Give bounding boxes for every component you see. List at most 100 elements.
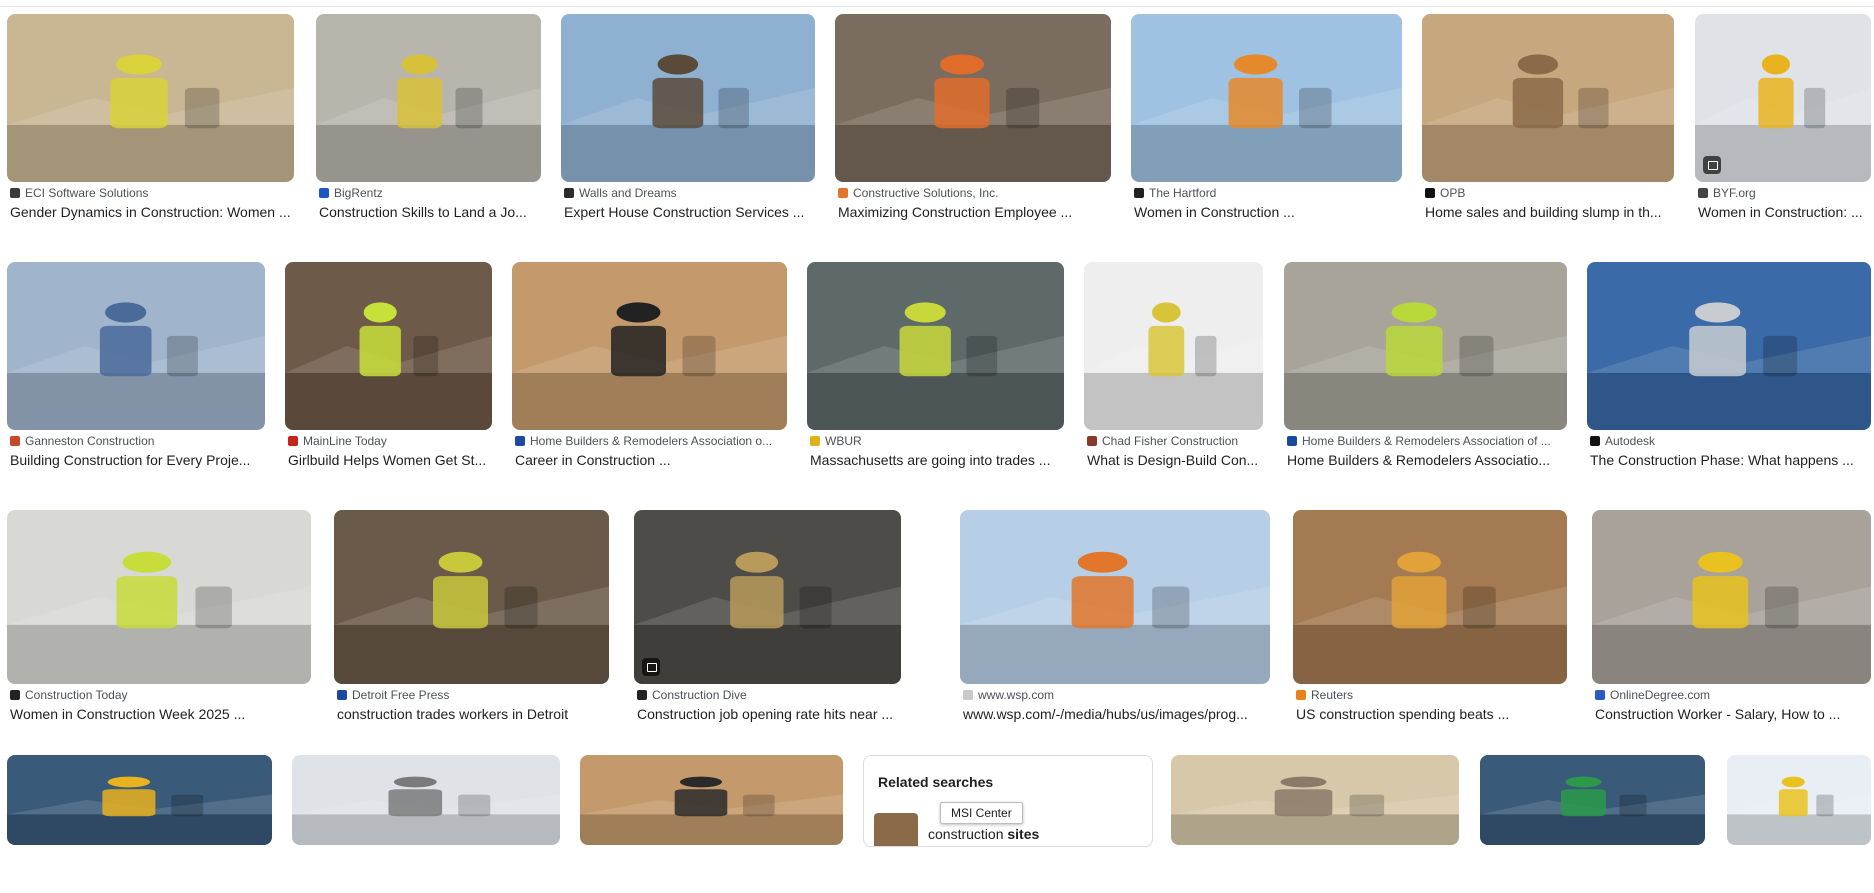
result-thumbnail[interactable] [561, 14, 815, 182]
result-source[interactable]: Walls and Dreams [564, 186, 812, 200]
result-title[interactable]: Girlbuild Helps Women Get St... [288, 452, 489, 468]
related-search-query[interactable]: construction sites [928, 826, 1039, 842]
result-source[interactable]: www.wsp.com [963, 688, 1267, 702]
result-source[interactable]: Home Builders & Remodelers Association o… [515, 434, 784, 448]
result-source[interactable]: BigRentz [319, 186, 538, 200]
image-result-card[interactable]: BYF.org Women in Construction: ... [1695, 14, 1871, 230]
result-thumbnail[interactable] [285, 262, 492, 430]
image-result-card[interactable]: Construction Dive Construction job openin… [634, 510, 901, 732]
result-title[interactable]: Home sales and building slump in th... [1425, 204, 1671, 220]
result-thumbnail[interactable] [960, 510, 1270, 684]
result-source[interactable]: Reuters [1296, 688, 1564, 702]
image-result-card[interactable]: OnlineDegree.com Construction Worker - Sa… [1592, 510, 1871, 732]
image-result-card[interactable] [580, 755, 843, 893]
result-thumbnail[interactable] [835, 14, 1111, 182]
result-thumbnail[interactable] [634, 510, 901, 684]
image-result-card[interactable] [1727, 755, 1871, 893]
result-thumbnail[interactable] [7, 262, 265, 430]
image-result-card[interactable]: Reuters US construction spending beats ..… [1293, 510, 1567, 732]
result-thumbnail[interactable] [1480, 755, 1705, 845]
result-title[interactable]: Expert House Construction Services ... [564, 204, 812, 220]
result-thumbnail[interactable] [334, 510, 609, 684]
image-result-card[interactable]: OPB Home sales and building slump in th..… [1422, 14, 1674, 230]
result-thumbnail[interactable] [1171, 755, 1459, 845]
result-title[interactable]: construction trades workers in Detroit [337, 706, 606, 722]
image-result-card[interactable]: www.wsp.com www.wsp.com/-/media/hubs/us/i… [960, 510, 1270, 732]
result-thumbnail[interactable] [580, 755, 843, 845]
result-source[interactable]: OPB [1425, 186, 1671, 200]
image-result-card[interactable] [292, 755, 560, 893]
result-thumbnail[interactable] [1131, 14, 1402, 182]
result-thumbnail[interactable] [1284, 262, 1567, 430]
image-result-card[interactable]: Chad Fisher Construction What is Design-B… [1084, 262, 1263, 478]
image-result-card[interactable]: Home Builders & Remodelers Association o… [1284, 262, 1567, 478]
image-result-card[interactable]: ECI Software Solutions Gender Dynamics in… [7, 14, 294, 230]
result-thumbnail[interactable] [292, 755, 560, 845]
result-source[interactable]: Construction Today [10, 688, 308, 702]
result-source[interactable]: Autodesk [1590, 434, 1868, 448]
result-thumbnail[interactable] [7, 14, 294, 182]
image-result-card[interactable]: Ganneston Construction Building Construct… [7, 262, 265, 478]
result-title[interactable]: Gender Dynamics in Construction: Women .… [10, 204, 291, 220]
result-title[interactable]: Maximizing Construction Employee ... [838, 204, 1108, 220]
result-source[interactable]: BYF.org [1698, 186, 1868, 200]
result-source[interactable]: WBUR [810, 434, 1061, 448]
result-thumbnail[interactable] [1727, 755, 1871, 845]
result-source[interactable]: Chad Fisher Construction [1087, 434, 1260, 448]
result-title[interactable]: Construction Worker - Salary, How to ... [1595, 706, 1868, 722]
related-search-thumbnail[interactable] [874, 813, 918, 846]
image-result-card[interactable]: WBUR Massachusetts are going into trades … [807, 262, 1064, 478]
result-thumbnail[interactable] [1084, 262, 1263, 430]
image-result-card[interactable] [7, 755, 272, 893]
image-result-card[interactable]: Constructive Solutions, Inc. Maximizing C… [835, 14, 1111, 230]
result-thumbnail[interactable] [1587, 262, 1871, 430]
site-favicon-icon [1287, 436, 1297, 446]
result-title[interactable]: Career in Construction ... [515, 452, 784, 468]
result-source[interactable]: Construction Dive [637, 688, 898, 702]
result-thumbnail[interactable] [7, 755, 272, 845]
result-title[interactable]: Women in Construction ... [1134, 204, 1399, 220]
image-result-card[interactable] [1171, 755, 1459, 893]
result-thumbnail[interactable] [316, 14, 541, 182]
result-thumbnail[interactable] [512, 262, 787, 430]
image-result-card[interactable] [1480, 755, 1705, 893]
result-thumbnail[interactable] [1592, 510, 1871, 684]
image-result-card[interactable]: MainLine Today Girlbuild Helps Women Get … [285, 262, 492, 478]
result-source[interactable]: Ganneston Construction [10, 434, 262, 448]
result-source[interactable]: Constructive Solutions, Inc. [838, 186, 1108, 200]
image-result-card[interactable]: Autodesk The Construction Phase: What hap… [1587, 262, 1871, 478]
result-title[interactable]: Construction Skills to Land a Jo... [319, 204, 538, 220]
result-title[interactable]: www.wsp.com/-/media/hubs/us/images/prog.… [963, 706, 1267, 722]
result-source[interactable]: The Hartford [1134, 186, 1399, 200]
result-source[interactable]: OnlineDegree.com [1595, 688, 1868, 702]
result-thumbnail[interactable] [1422, 14, 1674, 182]
result-thumbnail[interactable] [1293, 510, 1567, 684]
result-source[interactable]: Home Builders & Remodelers Association o… [1287, 434, 1564, 448]
result-title[interactable]: Women in Construction Week 2025 ... [10, 706, 308, 722]
image-result-card[interactable]: Detroit Free Press construction trades wo… [334, 510, 609, 732]
result-title[interactable]: Building Construction for Every Proje... [10, 452, 262, 468]
result-title[interactable]: US construction spending beats ... [1296, 706, 1564, 722]
result-title[interactable]: Massachusetts are going into trades ... [810, 452, 1061, 468]
result-source[interactable]: Detroit Free Press [337, 688, 606, 702]
result-source-label: Autodesk [1605, 434, 1656, 448]
result-title[interactable]: The Construction Phase: What happens ... [1590, 452, 1868, 468]
result-thumbnail[interactable] [807, 262, 1064, 430]
result-title[interactable]: Women in Construction: ... [1698, 204, 1868, 220]
result-title[interactable]: Construction job opening rate hits near … [637, 706, 898, 722]
site-favicon-icon [1698, 188, 1708, 198]
image-result-card[interactable]: Home Builders & Remodelers Association o… [512, 262, 787, 478]
result-source[interactable]: MainLine Today [288, 434, 489, 448]
image-result-card[interactable]: Construction Today Women in Construction … [7, 510, 311, 732]
site-favicon-icon [810, 436, 820, 446]
result-source-label: Construction Today [25, 688, 128, 702]
result-source-label: Construction Dive [652, 688, 747, 702]
result-thumbnail[interactable] [7, 510, 311, 684]
image-result-card[interactable]: Walls and Dreams Expert House Constructio… [561, 14, 815, 230]
result-title[interactable]: What is Design-Build Con... [1087, 452, 1260, 468]
result-thumbnail[interactable] [1695, 14, 1871, 182]
image-result-card[interactable]: BigRentz Construction Skills to Land a Jo… [316, 14, 541, 230]
result-source[interactable]: ECI Software Solutions [10, 186, 291, 200]
image-result-card[interactable]: The Hartford Women in Construction ... [1131, 14, 1402, 230]
result-title[interactable]: Home Builders & Remodelers Associatio... [1287, 452, 1564, 468]
